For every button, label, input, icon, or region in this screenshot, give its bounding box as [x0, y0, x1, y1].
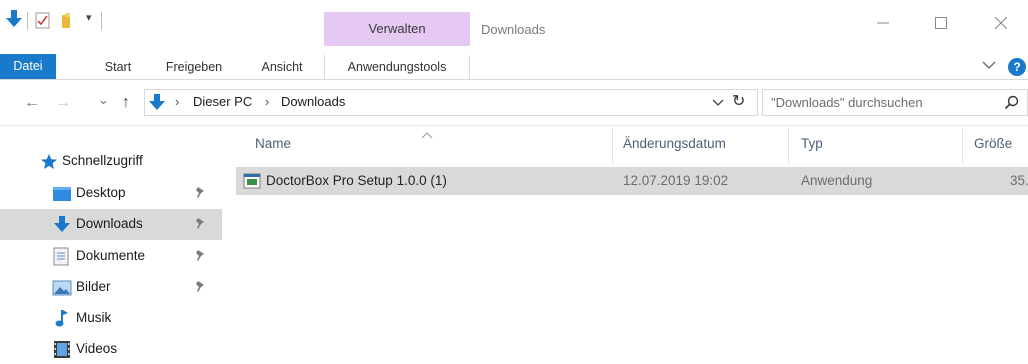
maximize-button[interactable] [918, 8, 964, 38]
sidebar-item-schnellzugriff[interactable]: Schnellzugriff [0, 146, 222, 177]
sidebar-item-label: Downloads [76, 216, 143, 231]
forward-button[interactable]: → [55, 93, 71, 113]
qat-separator [27, 12, 28, 30]
tab-anwendungstools[interactable]: Anwendungstools [324, 55, 470, 80]
column-divider[interactable] [788, 128, 789, 164]
window-title: Downloads [481, 22, 546, 37]
desktop-folder-icon [52, 186, 72, 205]
refresh-button[interactable]: ↻ [732, 91, 745, 111]
tool-group-tab: Verwalten [324, 12, 470, 46]
close-icon [995, 17, 1007, 29]
tool-group-label: Verwalten [368, 21, 426, 36]
sidebar-item-desktop[interactable]: Desktop [0, 178, 222, 209]
tab-ansicht[interactable]: Ansicht [254, 55, 310, 80]
column-header-name[interactable]: Name [255, 136, 291, 151]
file-list: Name Änderungsdatum Typ Größe DoctorBox … [222, 126, 1028, 364]
recent-locations-dropdown[interactable]: ⌄ [98, 90, 109, 110]
ribbon-tabs: Datei Start Freigeben Ansicht Anwendungs… [0, 46, 1028, 80]
help-icon[interactable]: ? [1008, 58, 1026, 76]
sidebar-item-label: Videos [76, 341, 118, 356]
minimize-button[interactable] [860, 8, 906, 38]
tab-freigeben[interactable]: Freigeben [160, 55, 228, 80]
sidebar-item-bilder[interactable]: Bilder [0, 272, 222, 303]
qat-customize-dropdown-icon[interactable]: ▾ [86, 11, 92, 24]
download-arrow-icon [148, 93, 166, 115]
column-divider[interactable] [962, 128, 963, 164]
properties-icon[interactable] [35, 12, 51, 32]
column-header-type[interactable]: Typ [801, 136, 823, 151]
download-arrow-icon [53, 215, 71, 237]
file-size: 35.2 [1010, 173, 1028, 188]
music-note-icon [55, 309, 69, 331]
title-bar: ▾ Verwalten Downloads [0, 0, 1028, 46]
application-icon [243, 173, 261, 192]
sidebar-item-musik[interactable]: Musik [0, 303, 222, 334]
sidebar-item-label: Desktop [76, 185, 126, 200]
file-modified: 12.07.2019 19:02 [623, 173, 729, 188]
pictures-icon [52, 280, 72, 299]
sidebar-item-label: Bilder [76, 279, 111, 294]
pin-icon[interactable] [194, 186, 206, 203]
search-input[interactable]: "Downloads" durchsuchen [762, 89, 1028, 116]
document-icon [53, 247, 69, 269]
pin-icon[interactable] [194, 217, 206, 234]
pin-icon[interactable] [194, 280, 206, 297]
search-placeholder: "Downloads" durchsuchen [771, 95, 923, 110]
video-film-icon [53, 340, 71, 362]
pin-icon[interactable] [194, 249, 206, 266]
sort-ascending-icon [421, 128, 433, 142]
sidebar-item-label: Musik [76, 310, 112, 325]
file-name: DoctorBox Pro Setup 1.0.0 (1) [266, 173, 447, 188]
sidebar-item-videos[interactable]: Videos [0, 334, 222, 364]
breadcrumb-downloads[interactable]: Downloads [281, 94, 345, 109]
minimize-icon [877, 22, 889, 24]
sidebar-item-downloads[interactable]: Downloads [0, 209, 222, 240]
up-button[interactable]: ↑ [122, 93, 130, 113]
maximize-icon [935, 17, 947, 29]
close-button[interactable] [978, 8, 1024, 38]
qat-separator [101, 12, 102, 30]
sidebar-item-dokumente[interactable]: Dokumente [0, 241, 222, 272]
sidebar-item-label: Dokumente [76, 248, 146, 263]
new-folder-icon[interactable] [61, 12, 77, 32]
address-bar[interactable]: › Dieser PC › Downloads [144, 89, 758, 116]
table-row[interactable]: DoctorBox Pro Setup 1.0.0 (1) 12.07.2019… [236, 167, 1028, 195]
column-header-size[interactable]: Größe [974, 136, 1012, 151]
tab-start[interactable]: Start [96, 55, 140, 80]
breadcrumb-dieser-pc[interactable]: Dieser PC [193, 94, 252, 109]
search-icon [1004, 95, 1019, 113]
address-dropdown-icon[interactable] [712, 96, 724, 110]
column-header-date[interactable]: Änderungsdatum [623, 136, 726, 151]
breadcrumb-separator: › [175, 94, 180, 109]
column-divider[interactable] [612, 128, 613, 164]
chevron-down-icon[interactable] [982, 59, 996, 73]
star-icon [40, 153, 58, 173]
tab-datei[interactable]: Datei [0, 54, 56, 79]
address-row: ← → ⌄ ↑ › Dieser PC › Downloads ↻ "Downl… [0, 80, 1028, 126]
sidebar-item-label: Schnellzugriff [62, 153, 143, 168]
navigation-pane: Schnellzugriff Desktop Downloads Dokumen… [0, 126, 222, 364]
file-type: Anwendung [801, 173, 873, 188]
breadcrumb-separator: › [265, 94, 270, 109]
back-button[interactable]: ← [24, 93, 40, 113]
download-arrow-icon[interactable] [5, 9, 23, 32]
